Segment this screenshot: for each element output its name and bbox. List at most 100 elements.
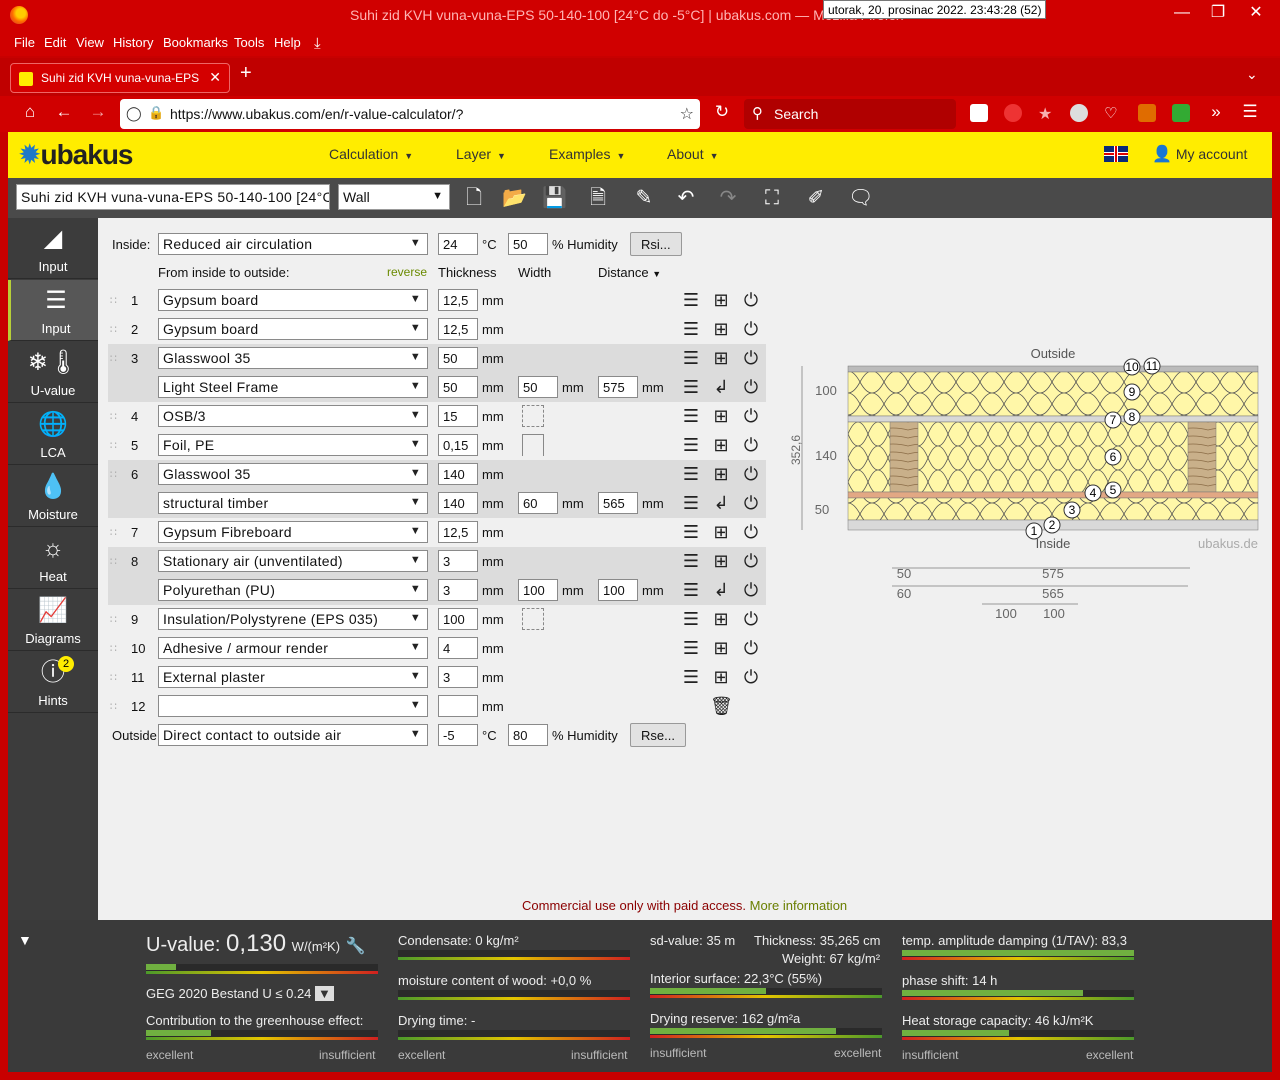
layer-thickness-input[interactable]: 140 [438, 463, 478, 485]
collapse-panel-icon[interactable]: ▼ [18, 932, 32, 948]
layer-menu-icon[interactable]: ☰ [680, 608, 702, 630]
add-sublayer-icon[interactable]: ⊞ [710, 637, 732, 659]
menu-layer[interactable]: Layer ▼ [456, 146, 506, 162]
sidebar-item-heat[interactable]: ☼ Heat [8, 528, 98, 589]
layer-menu-icon[interactable]: ☰ [680, 318, 702, 340]
extension-icon[interactable] [970, 104, 988, 122]
layer-material-select[interactable]: OSB/3 ▼ [158, 405, 428, 427]
minimize-icon[interactable]: — [1164, 2, 1200, 24]
layer-thickness-input[interactable]: 3 [438, 550, 478, 572]
hamburger-menu-icon[interactable]: ☰ [1238, 102, 1262, 122]
more-information-link[interactable]: More information [750, 898, 848, 913]
brush-icon[interactable]: ✐ [804, 186, 828, 210]
download-icon[interactable]: ⤓ [314, 35, 321, 52]
add-sublayer-icon[interactable]: ⊞ [710, 550, 732, 572]
swap-layer-icon[interactable]: ↲ [710, 492, 732, 514]
maximize-icon[interactable]: ❐ [1200, 2, 1236, 24]
swap-layer-icon[interactable]: ↲ [710, 376, 732, 398]
add-sublayer-icon[interactable]: ⊞ [710, 405, 732, 427]
toggle-layer-icon[interactable]: ⏻ [740, 608, 762, 630]
menu-calculation[interactable]: Calculation ▼ [329, 146, 413, 162]
layer-material-select[interactable]: Gypsum Fibreboard ▼ [158, 521, 428, 543]
add-sublayer-icon[interactable]: ⊞ [710, 434, 732, 456]
sidebar-item-input-geometry[interactable]: ◢ Input [8, 218, 98, 279]
drag-handle-icon[interactable]: ∷ [110, 439, 117, 452]
rsi-button[interactable]: Rsi... [630, 232, 682, 256]
layer-material-select[interactable]: Gypsum board ▼ [158, 318, 428, 340]
outside-humidity-input[interactable]: 80 [508, 724, 548, 746]
layer-menu-icon[interactable]: ☰ [680, 637, 702, 659]
standard-limit[interactable]: GEG 2020 Bestand U ≤ 0.24 ▼ [146, 986, 334, 1001]
layer-menu-icon[interactable]: ☰ [680, 666, 702, 688]
drag-handle-icon[interactable]: ∷ [110, 468, 117, 481]
inside-temp-input[interactable]: 24 [438, 233, 478, 255]
layer-menu-icon[interactable]: ☰ [680, 579, 702, 601]
layer-thickness-input[interactable]: 12,5 [438, 318, 478, 340]
rse-button[interactable]: Rse... [630, 723, 686, 747]
menu-bookmarks[interactable]: Bookmarks [163, 35, 228, 50]
layer-material-select[interactable]: Insulation/Polystyrene (EPS 035) ▼ [158, 608, 428, 630]
layer-material-select[interactable]: Stationary air (unventilated) ▼ [158, 550, 428, 572]
component-type-select[interactable]: Wall ▼ [338, 184, 450, 210]
sublayer-width-input[interactable]: 60 [518, 492, 558, 514]
close-window-icon[interactable]: ✕ [1238, 2, 1274, 24]
new-tab-icon[interactable]: + [240, 62, 252, 85]
toggle-layer-icon[interactable]: ⏻ [740, 434, 762, 456]
layer-menu-icon[interactable]: ☰ [680, 463, 702, 485]
layer-thickness-input[interactable]: 100 [438, 608, 478, 630]
hatch-pattern-icon[interactable] [522, 405, 544, 427]
reload-icon[interactable]: ↻ [710, 102, 734, 122]
layer-material-select[interactable]: Gypsum board ▼ [158, 289, 428, 311]
add-sublayer-icon[interactable]: ⊞ [710, 666, 732, 688]
adblock-icon[interactable] [1004, 104, 1022, 122]
lock-icon[interactable]: 🔒 [148, 105, 164, 121]
drag-handle-icon[interactable]: ∷ [110, 613, 117, 626]
sidebar-item-input-layers[interactable]: ☰ Input [8, 280, 98, 341]
toggle-layer-icon[interactable]: ⏻ [740, 579, 762, 601]
layer-menu-icon[interactable]: ☰ [680, 289, 702, 311]
globe-extension-icon[interactable] [1070, 104, 1088, 122]
toggle-layer-icon[interactable]: ⏻ [740, 521, 762, 543]
add-sublayer-icon[interactable]: ⊞ [710, 521, 732, 543]
pocket-icon[interactable]: ♡ [1104, 104, 1122, 122]
inside-condition-select[interactable]: Reduced air circulation ▼ [158, 233, 428, 255]
sidebar-item-uvalue[interactable]: ❄🌡 U-value [8, 342, 98, 403]
layer-menu-icon[interactable]: ☰ [680, 405, 702, 427]
toggle-layer-icon[interactable]: ⏻ [740, 405, 762, 427]
sublayer-thickness-input[interactable]: 140 [438, 492, 478, 514]
toggle-layer-icon[interactable]: ⏻ [740, 318, 762, 340]
reverse-link[interactable]: reverse [387, 265, 427, 279]
drag-handle-icon[interactable]: ∷ [110, 700, 117, 713]
toggle-layer-icon[interactable]: ⏻ [740, 347, 762, 369]
toggle-layer-icon[interactable]: ⏻ [740, 666, 762, 688]
back-icon[interactable]: ← [52, 102, 76, 122]
layer-thickness-input[interactable]: 3 [438, 666, 478, 688]
sublayer-material-select[interactable]: Light Steel Frame ▼ [158, 376, 428, 398]
drag-handle-icon[interactable]: ∷ [110, 642, 117, 655]
star-extension-icon[interactable]: ★ [1038, 104, 1056, 123]
url-text[interactable]: https://www.ubakus.com/en/r-value-calcul… [170, 106, 463, 122]
sidebar-item-moisture[interactable]: 💧 Moisture [8, 466, 98, 527]
menu-file[interactable]: File [14, 35, 35, 50]
forward-icon[interactable]: → [86, 102, 110, 122]
layer-thickness-input[interactable] [438, 695, 478, 717]
drag-handle-icon[interactable]: ∷ [110, 526, 117, 539]
menu-history[interactable]: History [113, 35, 153, 50]
redo-icon[interactable]: ↷ [716, 186, 740, 210]
layer-thickness-input[interactable]: 50 [438, 347, 478, 369]
layer-thickness-input[interactable]: 12,5 [438, 289, 478, 311]
add-sublayer-icon[interactable]: ⊞ [710, 289, 732, 311]
comment-icon[interactable]: 🗨 [848, 186, 873, 210]
green-extension-icon[interactable] [1172, 104, 1190, 122]
toggle-layer-icon[interactable]: ⏻ [740, 376, 762, 398]
outside-temp-input[interactable]: -5 [438, 724, 478, 746]
sublayer-distance-input[interactable]: 100 [598, 579, 638, 601]
sublayer-thickness-input[interactable]: 50 [438, 376, 478, 398]
menu-help[interactable]: Help [274, 35, 301, 50]
sublayer-distance-input[interactable]: 565 [598, 492, 638, 514]
sublayer-width-input[interactable]: 50 [518, 376, 558, 398]
open-folder-icon[interactable]: 📂 [502, 186, 527, 210]
layer-menu-icon[interactable]: ☰ [680, 434, 702, 456]
sidebar-item-hints[interactable]: ⓘ 2 Hints [8, 652, 98, 713]
hatch-pattern-icon[interactable] [522, 608, 544, 630]
